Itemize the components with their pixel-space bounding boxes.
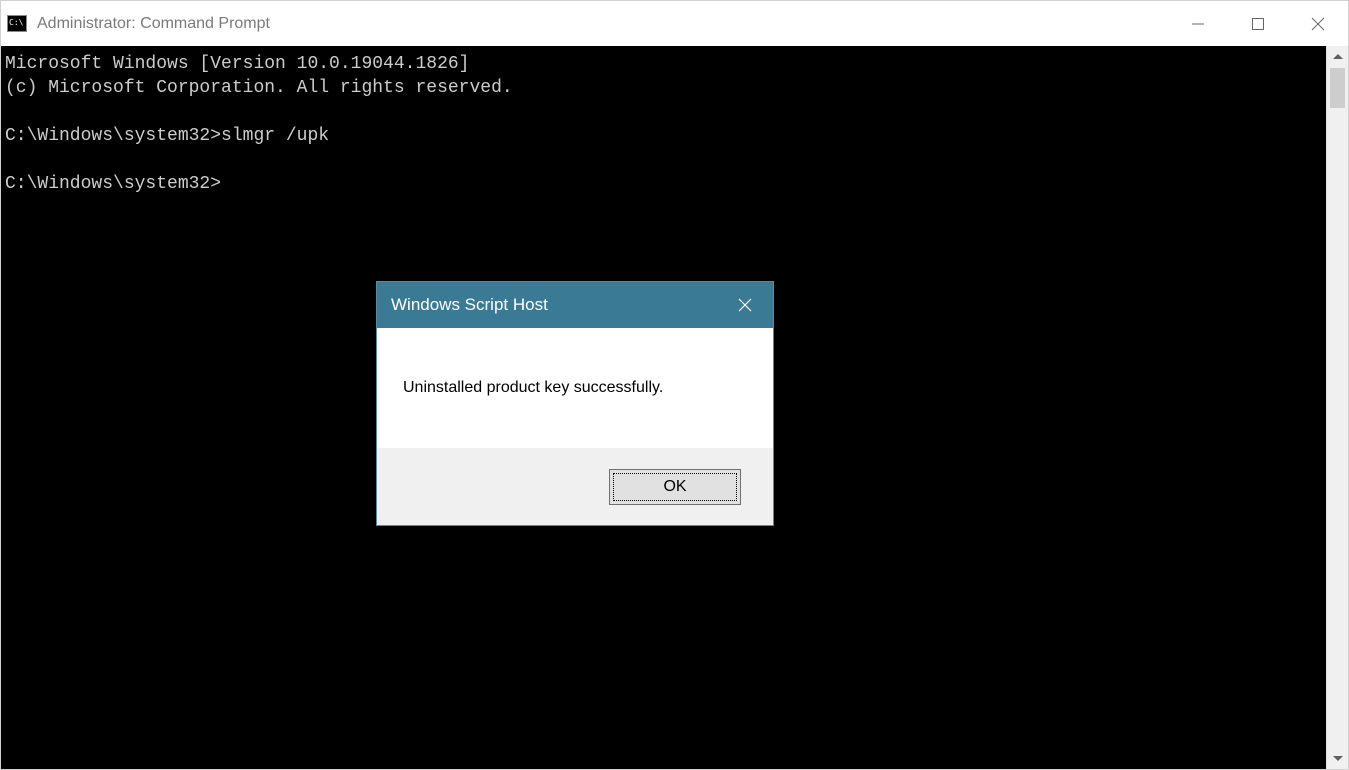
scroll-thumb[interactable]	[1330, 68, 1345, 108]
minimize-icon	[1191, 17, 1205, 31]
dialog-body: Uninstalled product key successfully. OK	[377, 328, 773, 525]
script-host-dialog: Windows Script Host Uninstalled product …	[376, 281, 774, 526]
window-controls	[1168, 1, 1348, 46]
minimize-button[interactable]	[1168, 1, 1228, 46]
close-icon	[1311, 17, 1325, 31]
dialog-close-button[interactable]	[717, 282, 773, 328]
vertical-scrollbar[interactable]	[1326, 46, 1348, 769]
dialog-titlebar[interactable]: Windows Script Host	[377, 282, 773, 328]
maximize-button[interactable]	[1228, 1, 1288, 46]
close-icon	[738, 298, 752, 312]
scroll-up-arrow[interactable]	[1327, 46, 1348, 68]
titlebar[interactable]: Administrator: Command Prompt	[1, 1, 1348, 46]
chevron-down-icon	[1333, 755, 1343, 761]
cmd-icon	[7, 15, 27, 32]
chevron-up-icon	[1333, 54, 1343, 60]
ok-button[interactable]: OK	[609, 469, 741, 505]
close-button[interactable]	[1288, 1, 1348, 46]
scroll-track[interactable]	[1327, 68, 1348, 747]
window-title: Administrator: Command Prompt	[37, 15, 1168, 33]
dialog-message-area: Uninstalled product key successfully.	[377, 328, 773, 448]
dialog-button-area: OK	[377, 448, 773, 525]
dialog-title: Windows Script Host	[391, 295, 717, 315]
scroll-down-arrow[interactable]	[1327, 747, 1348, 769]
dialog-message: Uninstalled product key successfully.	[403, 379, 663, 397]
maximize-icon	[1251, 17, 1265, 31]
